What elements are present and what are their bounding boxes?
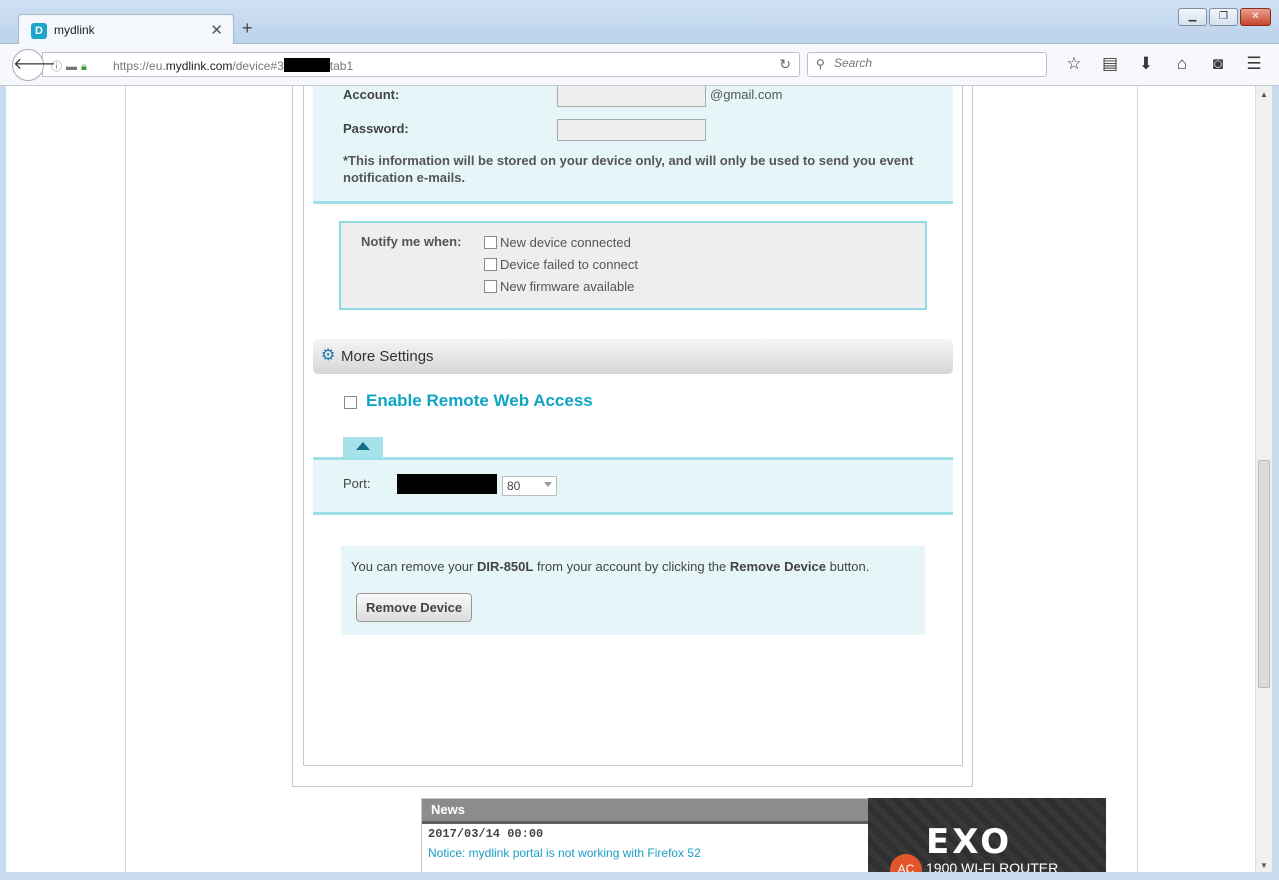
scroll-thumb[interactable] [1258, 460, 1270, 688]
lock-icon: 🔒︎ [81, 61, 91, 73]
gmail-suffix: @gmail.com [710, 87, 783, 102]
remove-device-text: You can remove your DIR-850L from your a… [351, 559, 870, 574]
minimize-button[interactable]: ▁ [1178, 8, 1207, 26]
page-viewport: Account: @gmail.com Password: *This info… [6, 86, 1255, 872]
back-button[interactable]: 🡐 [12, 49, 56, 81]
firmware-checkbox[interactable] [484, 280, 497, 293]
close-tab-icon[interactable]: ✕ [210, 21, 223, 39]
dropdown-arrow-icon [544, 482, 552, 487]
notify-label: Notify me when: [361, 234, 462, 249]
menu-icon[interactable]: ☰ [1236, 54, 1272, 74]
toolbar-icons: ☆ ▤ ⬇ ⌂ ◙ ☰ [1056, 54, 1272, 74]
exo-logo: EXO [926, 822, 1013, 862]
vertical-scrollbar[interactable]: ▲ ▼ [1255, 86, 1272, 872]
new-device-checkbox[interactable] [484, 236, 497, 249]
reading-list-icon[interactable]: ▤ [1092, 54, 1128, 74]
window-controls: ▁ ❐ ✕ [1178, 8, 1271, 26]
notify-failed-connect-option[interactable]: Device failed to connect [484, 257, 638, 272]
mydlink-favicon-icon: D [31, 23, 47, 39]
download-icon[interactable]: ⬇ [1128, 54, 1164, 74]
notify-new-device-option[interactable]: New device connected [484, 235, 631, 250]
exo-router-ad[interactable]: EXO AC 1900 WI-FI ROUTER [868, 798, 1106, 872]
email-settings-panel: Account: @gmail.com Password: *This info… [313, 86, 953, 204]
window-bottom-border [0, 872, 1279, 880]
search-bar[interactable]: ⚲ [807, 52, 1047, 77]
close-window-button[interactable]: ✕ [1240, 8, 1271, 26]
port-label: Port: [343, 476, 371, 491]
browser-tab[interactable]: D mydlink ✕ [18, 14, 234, 45]
tab-title: mydlink [54, 23, 95, 37]
reload-icon[interactable]: ↻ [779, 56, 791, 73]
search-icon: ⚲ [816, 57, 825, 71]
remote-access-row[interactable]: Enable Remote Web Access [344, 391, 593, 411]
news-date: 2017/03/14 00:00 [428, 827, 544, 841]
new-tab-icon[interactable]: + [242, 18, 253, 39]
remote-access-title: Enable Remote Web Access [366, 391, 593, 410]
news-headline-link[interactable]: Notice: mydlink portal is not working wi… [428, 846, 701, 860]
collapse-toggle[interactable] [343, 437, 383, 458]
remove-device-panel: You can remove your DIR-850L from your a… [341, 546, 925, 635]
url-text[interactable]: https://eu.mydlink.com/device#3 tab1 [113, 58, 353, 73]
title-bar: D mydlink ✕ + ▁ ❐ ✕ [0, 0, 1279, 45]
bookmark-star-icon[interactable]: ☆ [1056, 54, 1092, 74]
search-input[interactable] [834, 56, 1034, 70]
site-info-icons[interactable]: ⓘ▬🔒︎ [51, 58, 91, 74]
settings-container: Account: @gmail.com Password: *This info… [292, 86, 973, 787]
maximize-button[interactable]: ❐ [1209, 8, 1238, 26]
home-icon[interactable]: ⌂ [1164, 54, 1200, 74]
ad-subtitle: 1900 WI-FI ROUTER [926, 860, 1059, 872]
port-panel: Port: 80 [313, 457, 953, 515]
account-field[interactable] [557, 86, 706, 107]
url-bar[interactable]: ⓘ▬🔒︎ https://eu.mydlink.com/device#3 tab1… [42, 52, 800, 77]
remove-device-button[interactable]: Remove Device [356, 593, 473, 622]
triangle-up-icon [356, 442, 370, 450]
port-select[interactable]: 80 [502, 476, 557, 496]
more-settings-header[interactable]: ⚙ More Settings [313, 339, 953, 374]
navigation-bar: ⓘ▬🔒︎ https://eu.mydlink.com/device#3 tab1… [0, 44, 1279, 86]
more-settings-label: More Settings [341, 348, 434, 365]
gear-icon: ⚙ [321, 347, 336, 364]
redacted-block [283, 58, 330, 72]
redacted-block [397, 474, 497, 494]
notify-firmware-option[interactable]: New firmware available [484, 279, 634, 294]
ac-badge: AC [890, 854, 922, 872]
pocket-icon[interactable]: ◙ [1200, 54, 1236, 74]
failed-connect-checkbox[interactable] [484, 258, 497, 271]
settings-panel: Account: @gmail.com Password: *This info… [303, 86, 963, 766]
password-label: Password: [343, 121, 409, 136]
scroll-up-icon[interactable]: ▲ [1260, 90, 1268, 99]
remote-access-checkbox[interactable] [344, 396, 357, 409]
page-frame: Account: @gmail.com Password: *This info… [125, 86, 1138, 872]
password-field[interactable] [557, 119, 706, 141]
scroll-down-icon[interactable]: ▼ [1260, 861, 1268, 870]
storage-note: *This information will be stored on your… [343, 153, 914, 185]
account-label: Account: [343, 87, 400, 102]
notify-box: Notify me when: New device connected Dev… [339, 221, 927, 310]
